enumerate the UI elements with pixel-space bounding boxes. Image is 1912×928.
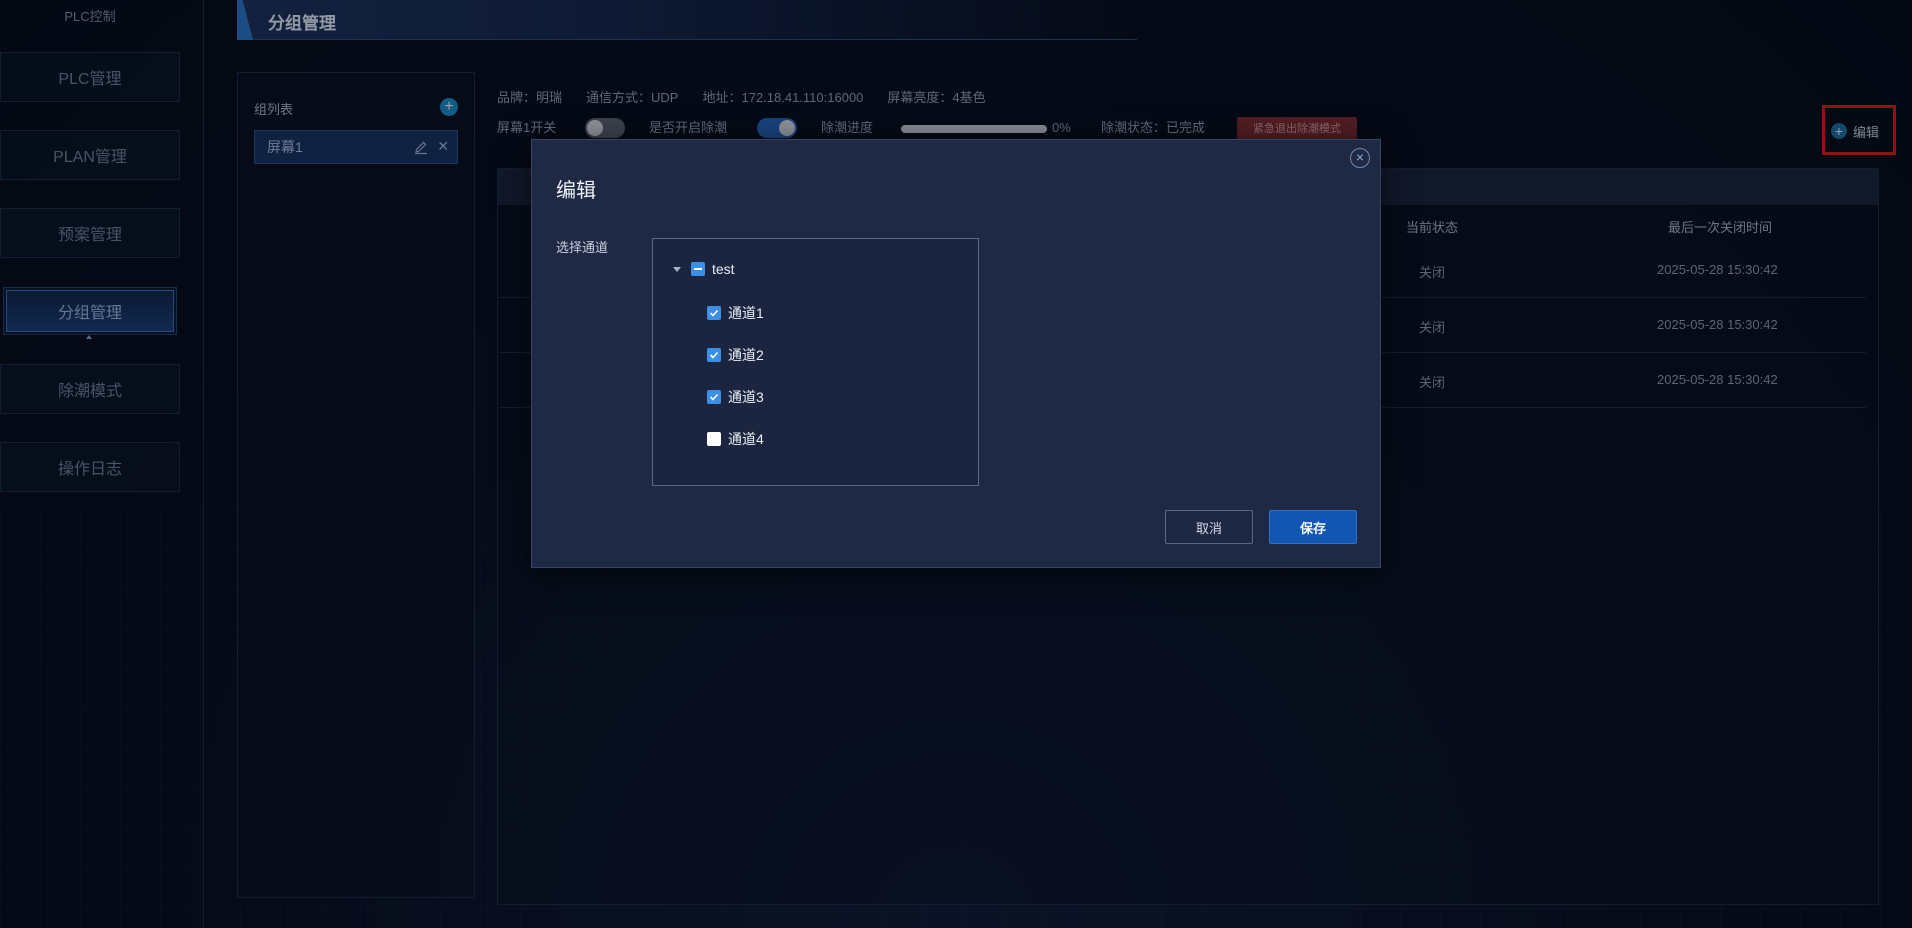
tree-node-label: test bbox=[712, 261, 735, 277]
channel-tree: test 通道1 通道2 通道3 通道4 bbox=[652, 238, 979, 486]
check-icon bbox=[709, 351, 719, 359]
tree-node-channel3[interactable]: 通道3 bbox=[707, 387, 764, 407]
expand-caret-icon[interactable] bbox=[673, 266, 681, 272]
tree-node-label: 通道2 bbox=[728, 347, 764, 363]
channel4-checkbox[interactable] bbox=[707, 432, 721, 446]
close-icon[interactable]: × bbox=[1350, 148, 1370, 168]
tree-node-channel1[interactable]: 通道1 bbox=[707, 303, 764, 323]
save-button[interactable]: 保存 bbox=[1269, 510, 1357, 544]
partial-check-icon bbox=[694, 268, 702, 270]
channel2-checkbox[interactable] bbox=[707, 348, 721, 362]
cancel-button[interactable]: 取消 bbox=[1165, 510, 1253, 544]
tree-node-label: 通道3 bbox=[728, 389, 764, 405]
tree-node-channel4[interactable]: 通道4 bbox=[707, 429, 764, 449]
edit-dialog: × 编辑 选择通道 test 通道1 通道2 通道3 通道4 取消 保存 bbox=[531, 139, 1381, 568]
tree-node-channel2[interactable]: 通道2 bbox=[707, 345, 764, 365]
tree-node-root[interactable]: test bbox=[673, 261, 735, 277]
channel-select-label: 选择通道 bbox=[556, 240, 609, 255]
tree-node-label: 通道4 bbox=[728, 431, 764, 447]
tree-node-label: 通道1 bbox=[728, 305, 764, 321]
root-checkbox[interactable] bbox=[691, 262, 705, 276]
channel1-checkbox[interactable] bbox=[707, 306, 721, 320]
channel3-checkbox[interactable] bbox=[707, 390, 721, 404]
dialog-title: 编辑 bbox=[556, 180, 596, 202]
check-icon bbox=[709, 393, 719, 401]
check-icon bbox=[709, 309, 719, 317]
